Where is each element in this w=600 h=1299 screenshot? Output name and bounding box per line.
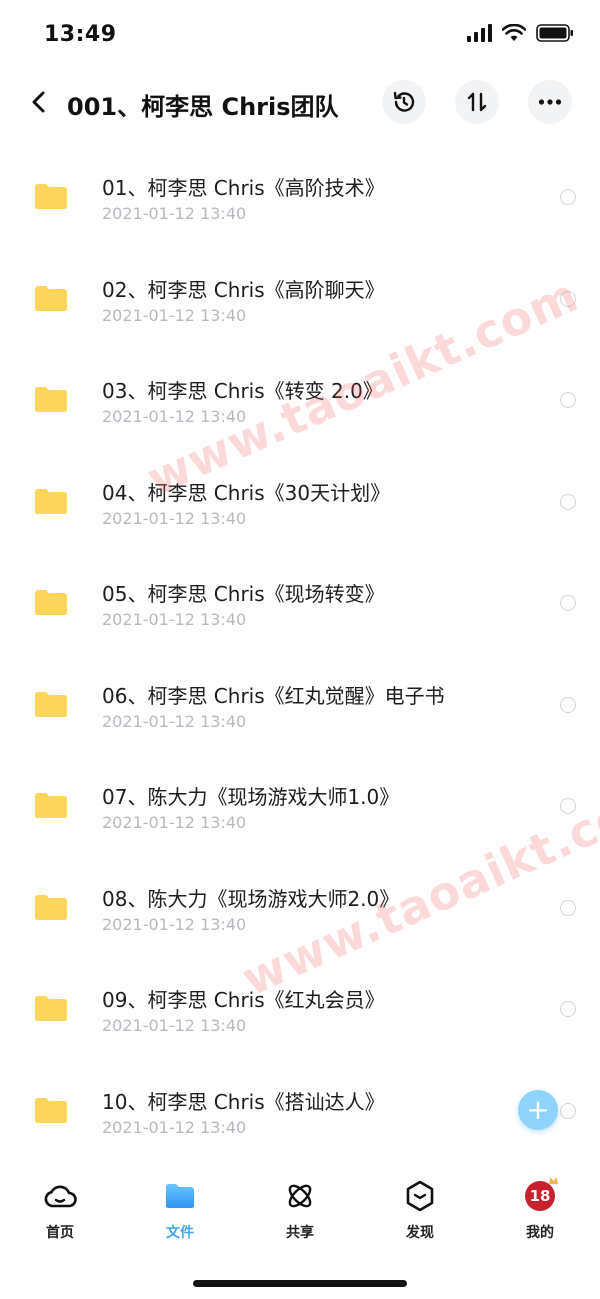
folder-row[interactable]: 06、柯李思 Chris《红丸觉醒》电子书 2021-01-12 13:40 (0, 654, 600, 756)
tab-files[interactable]: 文件 (120, 1178, 240, 1250)
folder-name: 03、柯李思 Chris《转变 2.0》 (102, 379, 383, 403)
folder-row[interactable]: 05、柯李思 Chris《现场转变》 2021-01-12 13:40 (0, 552, 600, 654)
tab-label: 我的 (526, 1225, 554, 1241)
select-checkbox[interactable] (560, 1001, 576, 1017)
folder-name: 05、柯李思 Chris《现场转变》 (102, 582, 385, 606)
folder-icon (35, 996, 67, 1021)
folder-icon (35, 285, 67, 311)
folder-row[interactable]: 04、柯李思 Chris《30天计划》 2021-01-12 13:40 (0, 451, 600, 553)
tab-label: 共享 (286, 1225, 314, 1241)
folder-date: 2021-01-12 13:40 (102, 407, 247, 426)
folder-icon (35, 691, 67, 717)
select-checkbox[interactable] (560, 899, 576, 916)
cellular-signal-icon (467, 24, 492, 42)
folder-row[interactable]: 07、陈大力《现场游戏大师1.0》 2021-01-12 13:40 (0, 755, 600, 857)
battery-icon (536, 24, 574, 42)
folder-row[interactable]: 03、柯李思 Chris《转变 2.0》 2021-01-12 13:40 (0, 349, 600, 451)
tab-label: 首页 (46, 1225, 74, 1241)
cloud-icon (42, 1178, 78, 1214)
folder-name: 08、陈大力《现场游戏大师2.0》 (102, 886, 400, 911)
page-title: 001、柯李思 Chris团队 (67, 93, 339, 121)
folder-name: 01、柯李思 Chris《高阶技术》 (102, 176, 385, 200)
home-indicator (193, 1280, 407, 1287)
tab-label: 发现 (406, 1225, 434, 1241)
sort-button[interactable] (455, 80, 499, 124)
add-button[interactable]: + (518, 1090, 558, 1130)
discover-icon (402, 1178, 438, 1214)
folder-row[interactable]: 08、陈大力《现场游戏大师2.0》 2021-01-12 13:40 (0, 857, 600, 959)
folder-icon (35, 387, 67, 412)
folder-row[interactable]: 10、柯李思 Chris《搭讪达人》 2021-01-12 13:40 (0, 1060, 600, 1162)
folder-date: 2021-01-12 13:40 (102, 1016, 247, 1035)
select-checkbox[interactable] (560, 1102, 576, 1119)
tab-discover[interactable]: 发现 (360, 1178, 480, 1250)
bottom-tab-bar: 首页 文件 共享 发现 18 我的 (0, 1178, 600, 1250)
avatar-icon: 18 (522, 1178, 558, 1214)
more-icon (538, 99, 562, 105)
folder-icon (35, 184, 67, 209)
atom-icon (282, 1178, 318, 1214)
select-checkbox[interactable] (560, 696, 576, 713)
folder-icon (35, 793, 67, 818)
folder-date: 2021-01-12 13:40 (102, 610, 247, 629)
select-checkbox[interactable] (560, 595, 576, 611)
folder-name: 04、柯李思 Chris《30天计划》 (102, 480, 391, 505)
folder-date: 2021-01-12 13:40 (102, 508, 247, 528)
folder-icon (35, 894, 67, 920)
folder-row[interactable]: 09、柯李思 Chris《红丸会员》 2021-01-12 13:40 (0, 958, 600, 1060)
folder-date: 2021-01-12 13:40 (102, 914, 247, 934)
select-checkbox[interactable] (560, 189, 576, 205)
folder-name: 09、柯李思 Chris《红丸会员》 (102, 988, 385, 1012)
wifi-icon (502, 24, 526, 42)
tab-share[interactable]: 共享 (240, 1178, 360, 1250)
tab-home[interactable]: 首页 (0, 1178, 120, 1250)
status-time: 13:49 (44, 22, 117, 47)
folder-date: 2021-01-12 13:40 (102, 305, 247, 325)
folder-row[interactable]: 02、柯李思 Chris《高阶聊天》 2021-01-12 13:40 (0, 248, 600, 350)
folder-icon (162, 1178, 198, 1214)
folder-icon (35, 590, 67, 615)
folder-date: 2021-01-12 13:40 (102, 813, 247, 832)
status-icons (467, 24, 574, 42)
sort-icon (467, 92, 487, 112)
folder-name: 07、陈大力《现场游戏大师1.0》 (102, 785, 400, 809)
folder-date: 2021-01-12 13:40 (102, 1117, 247, 1137)
tab-profile[interactable]: 18 我的 (480, 1178, 600, 1250)
chevron-left-icon (32, 91, 45, 113)
folder-icon (35, 1097, 67, 1123)
folder-date: 2021-01-12 13:40 (102, 711, 247, 731)
folder-name: 10、柯李思 Chris《搭讪达人》 (102, 1089, 385, 1114)
history-button[interactable] (382, 80, 426, 124)
folder-date: 2021-01-12 13:40 (102, 204, 247, 223)
back-button[interactable] (22, 84, 54, 120)
folder-row[interactable]: 01、柯李思 Chris《高阶技术》 2021-01-12 13:40 (0, 146, 600, 248)
folder-name: 06、柯李思 Chris《红丸觉醒》电子书 (102, 683, 445, 708)
select-checkbox[interactable] (560, 493, 576, 510)
navigation-header: 001、柯李思 Chris团队 (0, 72, 600, 134)
file-list: 01、柯李思 Chris《高阶技术》 2021-01-12 13:40 02、柯… (0, 146, 600, 1161)
select-checkbox[interactable] (560, 798, 576, 814)
status-bar: 13:49 (0, 0, 600, 72)
select-checkbox[interactable] (560, 392, 576, 408)
avatar: 18 (525, 1181, 555, 1211)
history-icon (393, 91, 415, 112)
folder-icon (35, 488, 67, 514)
folder-name: 02、柯李思 Chris《高阶聊天》 (102, 277, 385, 302)
tab-label: 文件 (166, 1225, 194, 1241)
more-button[interactable] (528, 80, 572, 124)
select-checkbox[interactable] (560, 290, 576, 307)
